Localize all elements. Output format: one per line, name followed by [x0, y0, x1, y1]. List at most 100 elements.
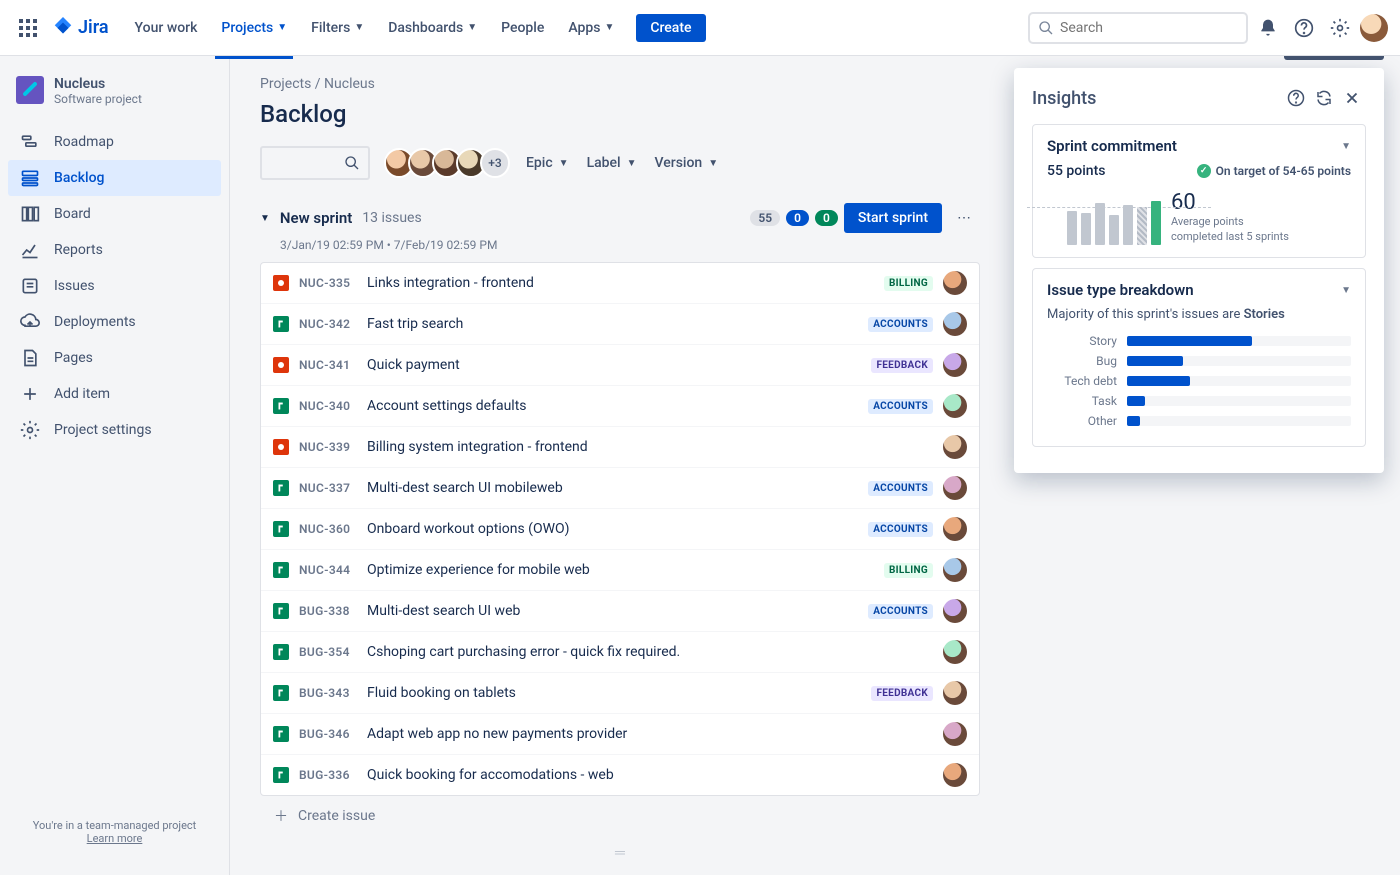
sidebar-item-backlog[interactable]: Backlog — [8, 160, 221, 196]
story-icon — [273, 316, 289, 332]
help-icon[interactable] — [1282, 84, 1310, 112]
assignee-avatar[interactable] — [943, 763, 967, 787]
epic-filter[interactable]: Epic▼ — [524, 149, 571, 177]
nav-people[interactable]: People — [491, 14, 554, 42]
assignee-filter[interactable]: +3 — [384, 148, 510, 178]
assignee-avatar[interactable] — [943, 476, 967, 500]
issue-breakdown-card: Issue type breakdown▼ Majority of this s… — [1032, 268, 1366, 447]
commitment-points: 55 points — [1047, 163, 1105, 179]
sidebar-item-reports[interactable]: Reports — [8, 232, 221, 268]
nav-your-work[interactable]: Your work — [125, 14, 208, 42]
issue-summary: Multi-dest search UI mobileweb — [367, 480, 858, 496]
sidebar-item-issues[interactable]: Issues — [8, 268, 221, 304]
chevron-down-icon[interactable]: ▼ — [1341, 141, 1351, 152]
issue-row[interactable]: NUC-341 Quick payment FEEDBACK — [261, 345, 979, 386]
nav-apps[interactable]: Apps▼ — [558, 14, 624, 42]
assignee-avatar[interactable] — [943, 435, 967, 459]
sprint-more-icon[interactable]: ⋯ — [948, 202, 980, 234]
assignee-avatar[interactable] — [943, 722, 967, 746]
chevron-down-icon: ▼ — [708, 158, 718, 169]
issue-row[interactable]: BUG-336 Quick booking for accomodations … — [261, 755, 979, 795]
sidebar-item-deployments[interactable]: Deployments — [8, 304, 221, 340]
deployments-icon — [20, 312, 40, 332]
chart-bar — [1109, 215, 1119, 245]
issue-tag: ACCOUNTS — [868, 481, 933, 496]
sidebar-item-settings[interactable]: Project settings — [8, 412, 221, 448]
app-switcher-icon[interactable] — [12, 12, 44, 44]
user-avatar[interactable] — [1360, 14, 1388, 42]
notifications-icon[interactable] — [1252, 12, 1284, 44]
assignee-avatar[interactable] — [943, 558, 967, 582]
breakdown-label: Bug — [1047, 354, 1117, 368]
issue-row[interactable]: BUG-354 Cshoping cart purchasing error -… — [261, 632, 979, 673]
assignee-avatar[interactable] — [943, 312, 967, 336]
done-pill: 0 — [815, 210, 838, 226]
search-input[interactable] — [1028, 12, 1248, 44]
refresh-icon[interactable] — [1310, 84, 1338, 112]
insights-button[interactable]: Insights — [1284, 56, 1384, 60]
chevron-down-icon[interactable]: ▼ — [1341, 285, 1351, 296]
bug-icon — [273, 357, 289, 373]
label-filter[interactable]: Label▼ — [585, 149, 639, 177]
assignee-avatar[interactable] — [943, 271, 967, 295]
sidebar-item-add[interactable]: Add item — [8, 376, 221, 412]
help-icon[interactable] — [1288, 12, 1320, 44]
issue-row[interactable]: NUC-335 Links integration - frontend BIL… — [261, 263, 979, 304]
issue-row[interactable]: NUC-360 Onboard workout options (OWO) AC… — [261, 509, 979, 550]
issue-key: BUG-354 — [299, 645, 357, 659]
sprint-name: New sprint — [280, 209, 352, 227]
search-field[interactable] — [1060, 20, 1238, 36]
assignee-avatar[interactable] — [943, 640, 967, 664]
breakdown-label: Task — [1047, 394, 1117, 408]
sidebar-item-pages[interactable]: Pages — [8, 340, 221, 376]
assignee-avatar[interactable] — [943, 517, 967, 541]
issue-key: NUC-342 — [299, 317, 357, 331]
nav-filters[interactable]: Filters▼ — [301, 14, 374, 42]
settings-icon[interactable] — [1324, 12, 1356, 44]
nav-dashboards[interactable]: Dashboards▼ — [378, 14, 487, 42]
issue-row[interactable]: BUG-338 Multi-dest search UI web ACCOUNT… — [261, 591, 979, 632]
issue-summary: Billing system integration - frontend — [367, 439, 933, 455]
filter-search-input[interactable] — [260, 146, 370, 180]
assignee-avatar[interactable] — [943, 599, 967, 623]
drag-handle-icon[interactable]: ═ — [260, 844, 980, 861]
project-header[interactable]: Nucleus Software project — [8, 76, 221, 124]
sprint-header: ▼ New sprint 13 issues 55 0 0 Start spri… — [260, 202, 980, 234]
breakdown-row: Story — [1047, 334, 1351, 348]
breakdown-bar — [1127, 376, 1190, 386]
issue-row[interactable]: NUC-342 Fast trip search ACCOUNTS — [261, 304, 979, 345]
issue-row[interactable]: NUC-339 Billing system integration - fro… — [261, 427, 979, 468]
close-icon[interactable] — [1338, 84, 1366, 112]
sidebar-footer: You're in a team-managed project Learn m… — [8, 809, 221, 855]
sidebar-item-roadmap[interactable]: Roadmap — [8, 124, 221, 160]
avg-points: 60 — [1171, 190, 1289, 215]
assignee-avatar[interactable] — [943, 681, 967, 705]
sidebar-item-board[interactable]: Board — [8, 196, 221, 232]
story-icon — [273, 603, 289, 619]
issue-row[interactable]: BUG-346 Adapt web app no new payments pr… — [261, 714, 979, 755]
issue-row[interactable]: NUC-344 Optimize experience for mobile w… — [261, 550, 979, 591]
collapse-icon[interactable]: ▼ — [260, 213, 270, 224]
version-filter[interactable]: Version▼ — [653, 149, 721, 177]
issue-row[interactable]: BUG-343 Fluid booking on tablets FEEDBAC… — [261, 673, 979, 714]
assignee-avatar[interactable] — [943, 353, 967, 377]
assignee-avatar[interactable] — [943, 394, 967, 418]
create-issue-button[interactable]: ＋ Create issue — [260, 796, 980, 836]
nav-projects[interactable]: Projects▼ — [211, 14, 297, 42]
breakdown-subtitle: Majority of this sprint's issues are Sto… — [1047, 307, 1351, 322]
project-type: Software project — [54, 92, 142, 106]
breakdown-bar — [1127, 356, 1183, 366]
issue-key: BUG-336 — [299, 768, 357, 782]
breakdown-bar-bg — [1127, 356, 1351, 366]
create-button[interactable]: Create — [636, 14, 705, 42]
issue-row[interactable]: NUC-340 Account settings defaults ACCOUN… — [261, 386, 979, 427]
on-target-label: ✓On target of 54-65 points — [1197, 164, 1351, 178]
start-sprint-button[interactable]: Start sprint — [844, 203, 942, 233]
chevron-down-icon: ▼ — [277, 22, 287, 33]
todo-pill: 55 — [750, 210, 780, 226]
learn-more-link[interactable]: Learn more — [87, 832, 143, 845]
issue-row[interactable]: NUC-337 Multi-dest search UI mobileweb A… — [261, 468, 979, 509]
avatar-more[interactable]: +3 — [480, 148, 510, 178]
issue-key: NUC-340 — [299, 399, 357, 413]
jira-logo[interactable]: Jira — [48, 17, 113, 39]
